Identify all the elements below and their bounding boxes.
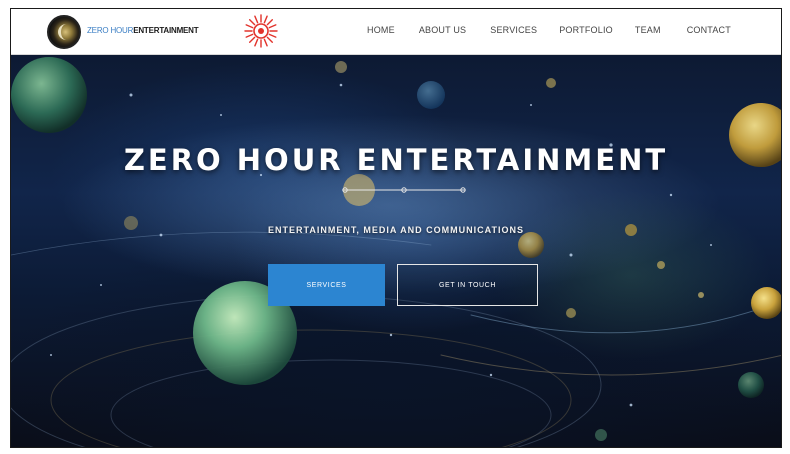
top-navigation-bar: ZERO HOURENTERTAINMENT HOME ABOUT US SER… xyxy=(11,9,781,55)
browser-page: ZERO HOURENTERTAINMENT HOME ABOUT US SER… xyxy=(10,8,782,448)
nav-link-services[interactable]: SERVICES xyxy=(490,25,537,35)
hero-title: ZERO HOUR ENTERTAINMENT xyxy=(123,143,669,177)
hero-subtitle: ENTERTAINMENT, MEDIA AND COMMUNICATIONS xyxy=(268,225,524,235)
site-logo-text[interactable]: ZERO HOURENTERTAINMENT xyxy=(87,26,199,35)
space-background-image xyxy=(11,57,781,447)
logo-text-primary: ZERO HOUR xyxy=(87,26,134,35)
get-in-touch-button[interactable]: GET IN TOUCH xyxy=(397,264,538,306)
nav-link-home[interactable]: HOME xyxy=(367,25,395,35)
sunburst-icon xyxy=(244,14,278,48)
nav-link-portfolio[interactable]: PORTFOLIO xyxy=(559,25,613,35)
hero-section: ZERO HOUR ENTERTAINMENT ENTERTAINMENT, M… xyxy=(11,55,781,447)
nav-link-contact[interactable]: CONTACT xyxy=(687,25,731,35)
services-button[interactable]: SERVICES xyxy=(268,264,385,306)
title-divider xyxy=(342,187,466,193)
main-nav: HOME ABOUT US SERVICES PORTFOLIO TEAM CO… xyxy=(367,25,731,35)
nav-link-about-us[interactable]: ABOUT US xyxy=(419,25,466,35)
logo-text-secondary: ENTERTAINMENT xyxy=(133,26,199,35)
zero-hour-emblem-icon[interactable] xyxy=(47,15,81,49)
nav-link-team[interactable]: TEAM xyxy=(635,25,661,35)
